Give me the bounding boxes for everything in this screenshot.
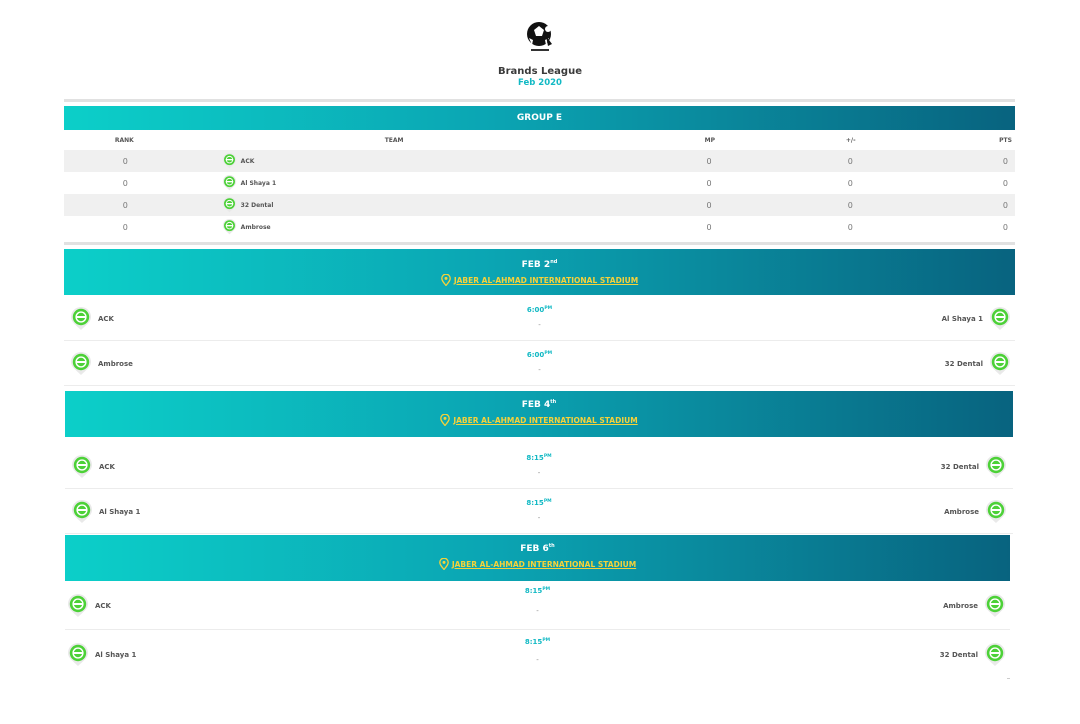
team-badge-icon xyxy=(984,643,1006,667)
match-score: - xyxy=(537,469,541,477)
day-date: FEB 6th xyxy=(520,543,555,554)
team-badge-icon xyxy=(222,153,237,169)
location-pin-icon xyxy=(439,558,449,570)
match-row[interactable]: Ambrose 6:00PM - 32 Dental xyxy=(64,342,1015,386)
away-team: Al Shaya 1 xyxy=(942,307,1011,331)
venue-name[interactable]: JABER AL-AHMAD INTERNATIONAL STADIUM xyxy=(452,560,636,569)
away-team: Ambrose xyxy=(944,500,1007,524)
team-name: Ambrose xyxy=(240,223,271,231)
col-rank-header: RANK xyxy=(114,137,134,144)
team-cell: 32 Dental xyxy=(187,197,720,213)
standings-table: RANK TEAM MP +/- PTS 0 ACK 0 0 0 0 Al Sh… xyxy=(64,131,1015,238)
col-mp-header: MP xyxy=(704,137,716,144)
venue-link[interactable]: JABER AL-AHMAD INTERNATIONAL STADIUM xyxy=(441,274,638,286)
rank-cell: 0 xyxy=(122,200,128,210)
team-cell: Al Shaya 1 xyxy=(187,175,720,191)
col-diff-header: +/- xyxy=(845,137,856,144)
pts-cell: 0 xyxy=(1002,200,1008,210)
table-row[interactable]: 0 ACK 0 0 0 xyxy=(64,150,1015,172)
diff-cell: 0 xyxy=(847,156,853,166)
table-row[interactable]: 0 32 Dental 0 0 0 xyxy=(64,194,1015,216)
group-header: GROUP E xyxy=(64,106,1015,130)
divider xyxy=(64,99,1015,102)
diff-cell: 0 xyxy=(847,178,853,188)
day-date: FEB 4th xyxy=(521,399,557,410)
match-day-header: FEB 2nd JABER AL-AHMAD INTERNATIONAL STA… xyxy=(64,249,1015,295)
team-badge-icon xyxy=(989,307,1011,331)
match-score: - xyxy=(536,607,539,615)
league-header: Brands League Feb 2020 xyxy=(0,20,1080,88)
match-day-header: FEB 6th JABER AL-AHMAD INTERNATIONAL STA… xyxy=(65,535,1010,581)
soccer-ball-logo xyxy=(527,22,552,51)
venue-link[interactable]: JABER AL-AHMAD INTERNATIONAL STADIUM xyxy=(440,414,638,426)
match-score: - xyxy=(538,366,541,374)
match-time: 8:15PM xyxy=(526,454,552,462)
mp-cell: 0 xyxy=(706,222,712,232)
divider xyxy=(64,242,1015,245)
match-row[interactable]: ACK 6:00PM - Al Shaya 1 xyxy=(64,297,1015,341)
team-name: Al Shaya 1 xyxy=(240,179,277,187)
table-row[interactable]: 0 Ambrose 0 0 0 xyxy=(64,216,1015,238)
away-team: 32 Dental xyxy=(941,455,1007,479)
match-day-header: FEB 4th JABER AL-AHMAD INTERNATIONAL STA… xyxy=(65,391,1013,437)
away-team-name: Ambrose xyxy=(943,602,978,610)
match-score: - xyxy=(537,514,541,522)
col-pts-header: PTS xyxy=(999,137,1012,144)
match-time: 6:00PM xyxy=(526,351,553,359)
away-team: Ambrose xyxy=(943,594,1006,618)
decorative-dot xyxy=(1007,678,1010,679)
team-badge-icon xyxy=(989,352,1011,376)
match-time: 8:15PM xyxy=(526,499,552,507)
match-row[interactable]: Al Shaya 1 8:15PM - Ambrose xyxy=(65,490,1013,534)
location-pin-icon xyxy=(441,274,451,286)
rank-cell: 0 xyxy=(122,156,128,166)
away-team-name: Ambrose xyxy=(944,507,979,516)
venue-link[interactable]: JABER AL-AHMAD INTERNATIONAL STADIUM xyxy=(439,558,636,570)
away-team-name: Al Shaya 1 xyxy=(941,314,983,323)
venue-name[interactable]: JABER AL-AHMAD INTERNATIONAL STADIUM xyxy=(454,276,638,285)
rank-cell: 0 xyxy=(122,222,128,232)
team-badge-icon xyxy=(985,500,1007,524)
match-row[interactable]: Al Shaya 1 8:15PM - 32 Dental xyxy=(65,632,1010,678)
mp-cell: 0 xyxy=(706,178,712,188)
rank-cell: 0 xyxy=(122,178,128,188)
match-row[interactable]: ACK 8:15PM - 32 Dental xyxy=(65,445,1013,489)
match-time: 6:00PM xyxy=(526,306,553,314)
mp-cell: 0 xyxy=(706,200,712,210)
team-badge-icon xyxy=(222,197,237,213)
match-score: - xyxy=(538,321,541,329)
team-badge-icon xyxy=(985,455,1007,479)
pts-cell: 0 xyxy=(1002,178,1008,188)
team-badge-icon xyxy=(984,594,1006,618)
away-team-name: 32 Dental xyxy=(944,359,983,368)
away-team: 32 Dental xyxy=(945,352,1011,376)
col-team-header: TEAM xyxy=(384,137,404,144)
match-time: 8:15PM xyxy=(524,638,551,646)
away-team-name: 32 Dental xyxy=(940,462,979,471)
mp-cell: 0 xyxy=(706,156,712,166)
team-name: ACK xyxy=(240,157,255,165)
diff-cell: 0 xyxy=(847,222,853,232)
pts-cell: 0 xyxy=(1002,156,1008,166)
team-cell: Ambrose xyxy=(187,219,720,235)
team-badge-icon xyxy=(222,175,237,191)
team-badge-icon xyxy=(222,219,237,235)
table-row[interactable]: 0 Al Shaya 1 0 0 0 xyxy=(64,172,1015,194)
match-score: - xyxy=(536,656,539,664)
team-name: 32 Dental xyxy=(240,201,274,209)
away-team: 32 Dental xyxy=(940,643,1006,667)
day-date: FEB 2nd xyxy=(521,259,558,270)
match-row[interactable]: ACK 8:15PM - Ambrose xyxy=(65,583,1010,630)
pts-cell: 0 xyxy=(1002,222,1008,232)
location-pin-icon xyxy=(440,414,450,426)
league-date: Feb 2020 xyxy=(518,78,562,88)
match-time: 8:15PM xyxy=(524,587,551,595)
diff-cell: 0 xyxy=(847,200,853,210)
league-title: Brands League xyxy=(498,66,582,77)
away-team-name: 32 Dental xyxy=(939,651,978,659)
team-cell: ACK xyxy=(187,153,720,169)
venue-name[interactable]: JABER AL-AHMAD INTERNATIONAL STADIUM xyxy=(453,416,637,425)
table-header-row: RANK TEAM MP +/- PTS xyxy=(64,131,1015,150)
